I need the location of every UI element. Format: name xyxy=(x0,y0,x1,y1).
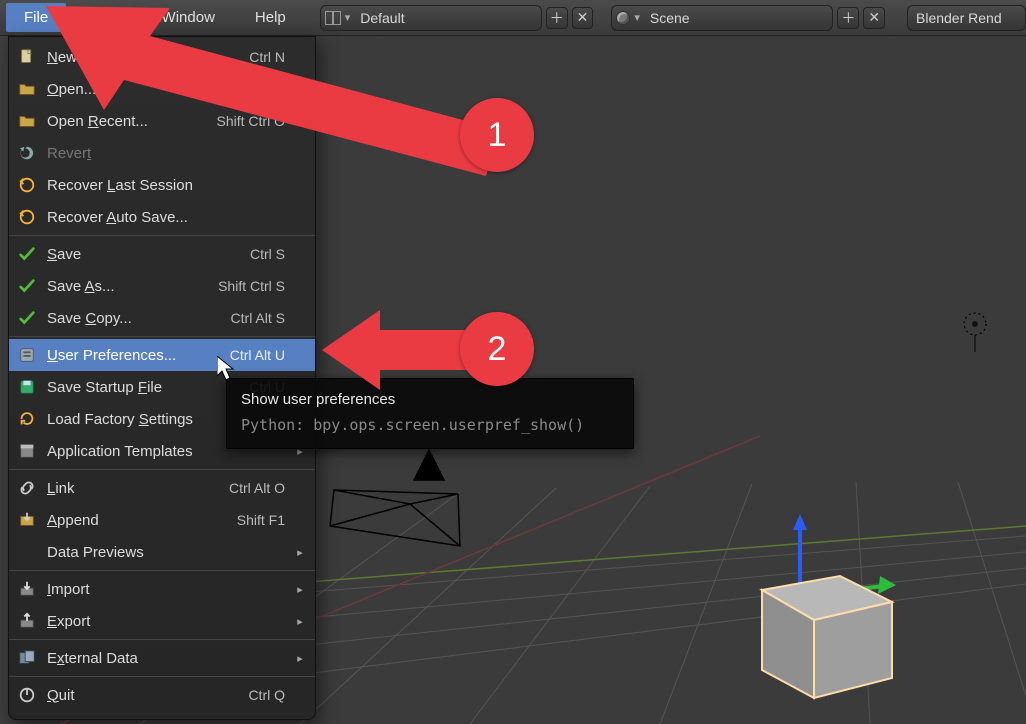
submenu-arrow-icon: ▸ xyxy=(295,115,305,128)
tooltip-python: Python: bpy.ops.screen.userpref_show() xyxy=(241,416,619,434)
menu-item-label: New xyxy=(47,49,239,66)
check-icon xyxy=(17,308,37,328)
annotation-badge-1-text: 1 xyxy=(488,116,507,155)
menu-item-shortcut: Shift F1 xyxy=(237,512,285,528)
menu-item-new[interactable]: New Ctrl N xyxy=(9,41,315,73)
menu-item-shortcut: Ctrl Alt S xyxy=(231,310,285,326)
top-menu-bar: File Window Help ▾ Default ＋ ✕ ▾ Scene ＋… xyxy=(0,0,1026,36)
recover-icon xyxy=(17,175,37,195)
tooltip: Show user preferences Python: bpy.ops.sc… xyxy=(226,378,634,449)
tooltip-title: Show user preferences xyxy=(241,391,619,408)
layout-delete-button[interactable]: ✕ xyxy=(572,7,594,29)
import-icon xyxy=(17,579,37,599)
link-icon xyxy=(17,478,37,498)
menu-item-shortcut: Ctrl O xyxy=(248,81,285,97)
menu-item-recover-auto[interactable]: Recover Auto Save... xyxy=(9,201,315,233)
menu-item-open[interactable]: Open... Ctrl O xyxy=(9,73,315,105)
scene-icon xyxy=(616,11,630,25)
menu-item-label: Link xyxy=(47,480,219,497)
annotation-badge-2-text: 2 xyxy=(488,330,507,369)
menu-item-shortcut: Shift Ctrl S xyxy=(218,278,285,294)
scene-add-button[interactable]: ＋ xyxy=(837,7,859,29)
export-icon xyxy=(17,611,37,631)
blank-icon xyxy=(17,542,37,562)
menu-item-shortcut: Ctrl Alt O xyxy=(229,480,285,496)
menu-item-label: Import xyxy=(47,581,275,598)
quit-icon xyxy=(17,685,37,705)
menu-item-label: Save xyxy=(47,246,240,263)
scene-label: Scene xyxy=(646,10,827,26)
menu-item-shortcut: Ctrl N xyxy=(249,49,285,65)
menu-item-shortcut: Ctrl S xyxy=(250,246,285,262)
engine-label: Blender Rend xyxy=(912,10,1019,26)
submenu-arrow-icon: ▸ xyxy=(295,583,305,596)
lamp-icon xyxy=(964,313,986,352)
menu-item-recover-last[interactable]: Recover Last Session xyxy=(9,169,315,201)
menu-item-append[interactable]: Append Shift F1 xyxy=(9,504,315,536)
menu-item-label: Export xyxy=(47,613,275,630)
layout-add-button[interactable]: ＋ xyxy=(546,7,568,29)
file-new-icon xyxy=(17,47,37,67)
menu-item-label: Recover Last Session xyxy=(47,177,275,194)
menu-item-label: Data Previews xyxy=(47,544,275,561)
annotation-badge-2: 2 xyxy=(460,312,534,386)
scene-dropdown[interactable]: ▾ Scene xyxy=(611,5,833,31)
menu-item-label: User Preferences... xyxy=(47,347,220,364)
recover-icon xyxy=(17,207,37,227)
menu-item-label: External Data xyxy=(47,650,275,667)
menu-item-label: Open Recent... xyxy=(47,113,207,130)
menu-item-label: Append xyxy=(47,512,227,529)
default-cube[interactable] xyxy=(744,546,904,706)
menu-item-quit[interactable]: Quit Ctrl Q xyxy=(9,679,315,711)
menu-item-open-recent[interactable]: Open Recent... Shift Ctrl O ▸ xyxy=(9,105,315,137)
reload-icon xyxy=(17,409,37,429)
menu-item-label: Quit xyxy=(47,687,238,704)
menu-item-label: Save Startup File xyxy=(47,379,239,396)
menu-item-save-as[interactable]: Save As... Shift Ctrl S xyxy=(9,270,315,302)
prefs-icon xyxy=(17,345,37,365)
scene-delete-button[interactable]: ✕ xyxy=(863,7,885,29)
menu-item-label: Save As... xyxy=(47,278,208,295)
layout-label: Default xyxy=(356,10,535,26)
append-icon xyxy=(17,510,37,530)
check-icon xyxy=(17,244,37,264)
menu-item-label: Revert xyxy=(47,145,275,162)
menu-item-shortcut: Ctrl Alt U xyxy=(230,347,285,363)
menu-item-save[interactable]: Save Ctrl S xyxy=(9,238,315,270)
save-startup-icon xyxy=(17,377,37,397)
chevron-down-icon: ▾ xyxy=(634,11,640,24)
menu-item-label: Open... xyxy=(47,81,238,98)
menu-item-link[interactable]: Link Ctrl Alt O xyxy=(9,472,315,504)
layout-icon xyxy=(325,11,341,25)
folder-open-icon xyxy=(17,111,37,131)
revert-icon xyxy=(17,143,37,163)
annotation-badge-1: 1 xyxy=(460,98,534,172)
render-engine-dropdown[interactable]: Blender Rend xyxy=(907,5,1026,31)
menu-item-label: Save Copy... xyxy=(47,310,221,327)
menu-item-shortcut: Shift Ctrl O xyxy=(217,113,285,129)
submenu-arrow-icon: ▸ xyxy=(295,546,305,559)
menu-window[interactable]: Window xyxy=(144,3,233,32)
menu-item-external-data[interactable]: External Data ▸ xyxy=(9,642,315,674)
menu-item-label: Recover Auto Save... xyxy=(47,209,275,226)
menu-item-user-prefs[interactable]: User Preferences... Ctrl Alt U xyxy=(9,339,315,371)
menu-item-revert: Revert xyxy=(9,137,315,169)
external-icon xyxy=(17,648,37,668)
menu-item-shortcut: Ctrl Q xyxy=(248,687,285,703)
menu-item-save-copy[interactable]: Save Copy... Ctrl Alt S xyxy=(9,302,315,334)
submenu-arrow-icon: ▸ xyxy=(295,615,305,628)
folder-open-icon xyxy=(17,79,37,99)
submenu-arrow-icon: ▸ xyxy=(295,652,305,665)
menu-help[interactable]: Help xyxy=(237,3,304,32)
menu-item-data-previews[interactable]: Data Previews ▸ xyxy=(9,536,315,568)
menu-file[interactable]: File xyxy=(6,3,66,32)
chevron-down-icon: ▾ xyxy=(345,11,351,24)
menu-item-export[interactable]: Export ▸ xyxy=(9,605,315,637)
screen-layout-dropdown[interactable]: ▾ Default xyxy=(320,5,542,31)
template-icon xyxy=(17,441,37,461)
menu-item-import[interactable]: Import ▸ xyxy=(9,573,315,605)
check-icon xyxy=(17,276,37,296)
